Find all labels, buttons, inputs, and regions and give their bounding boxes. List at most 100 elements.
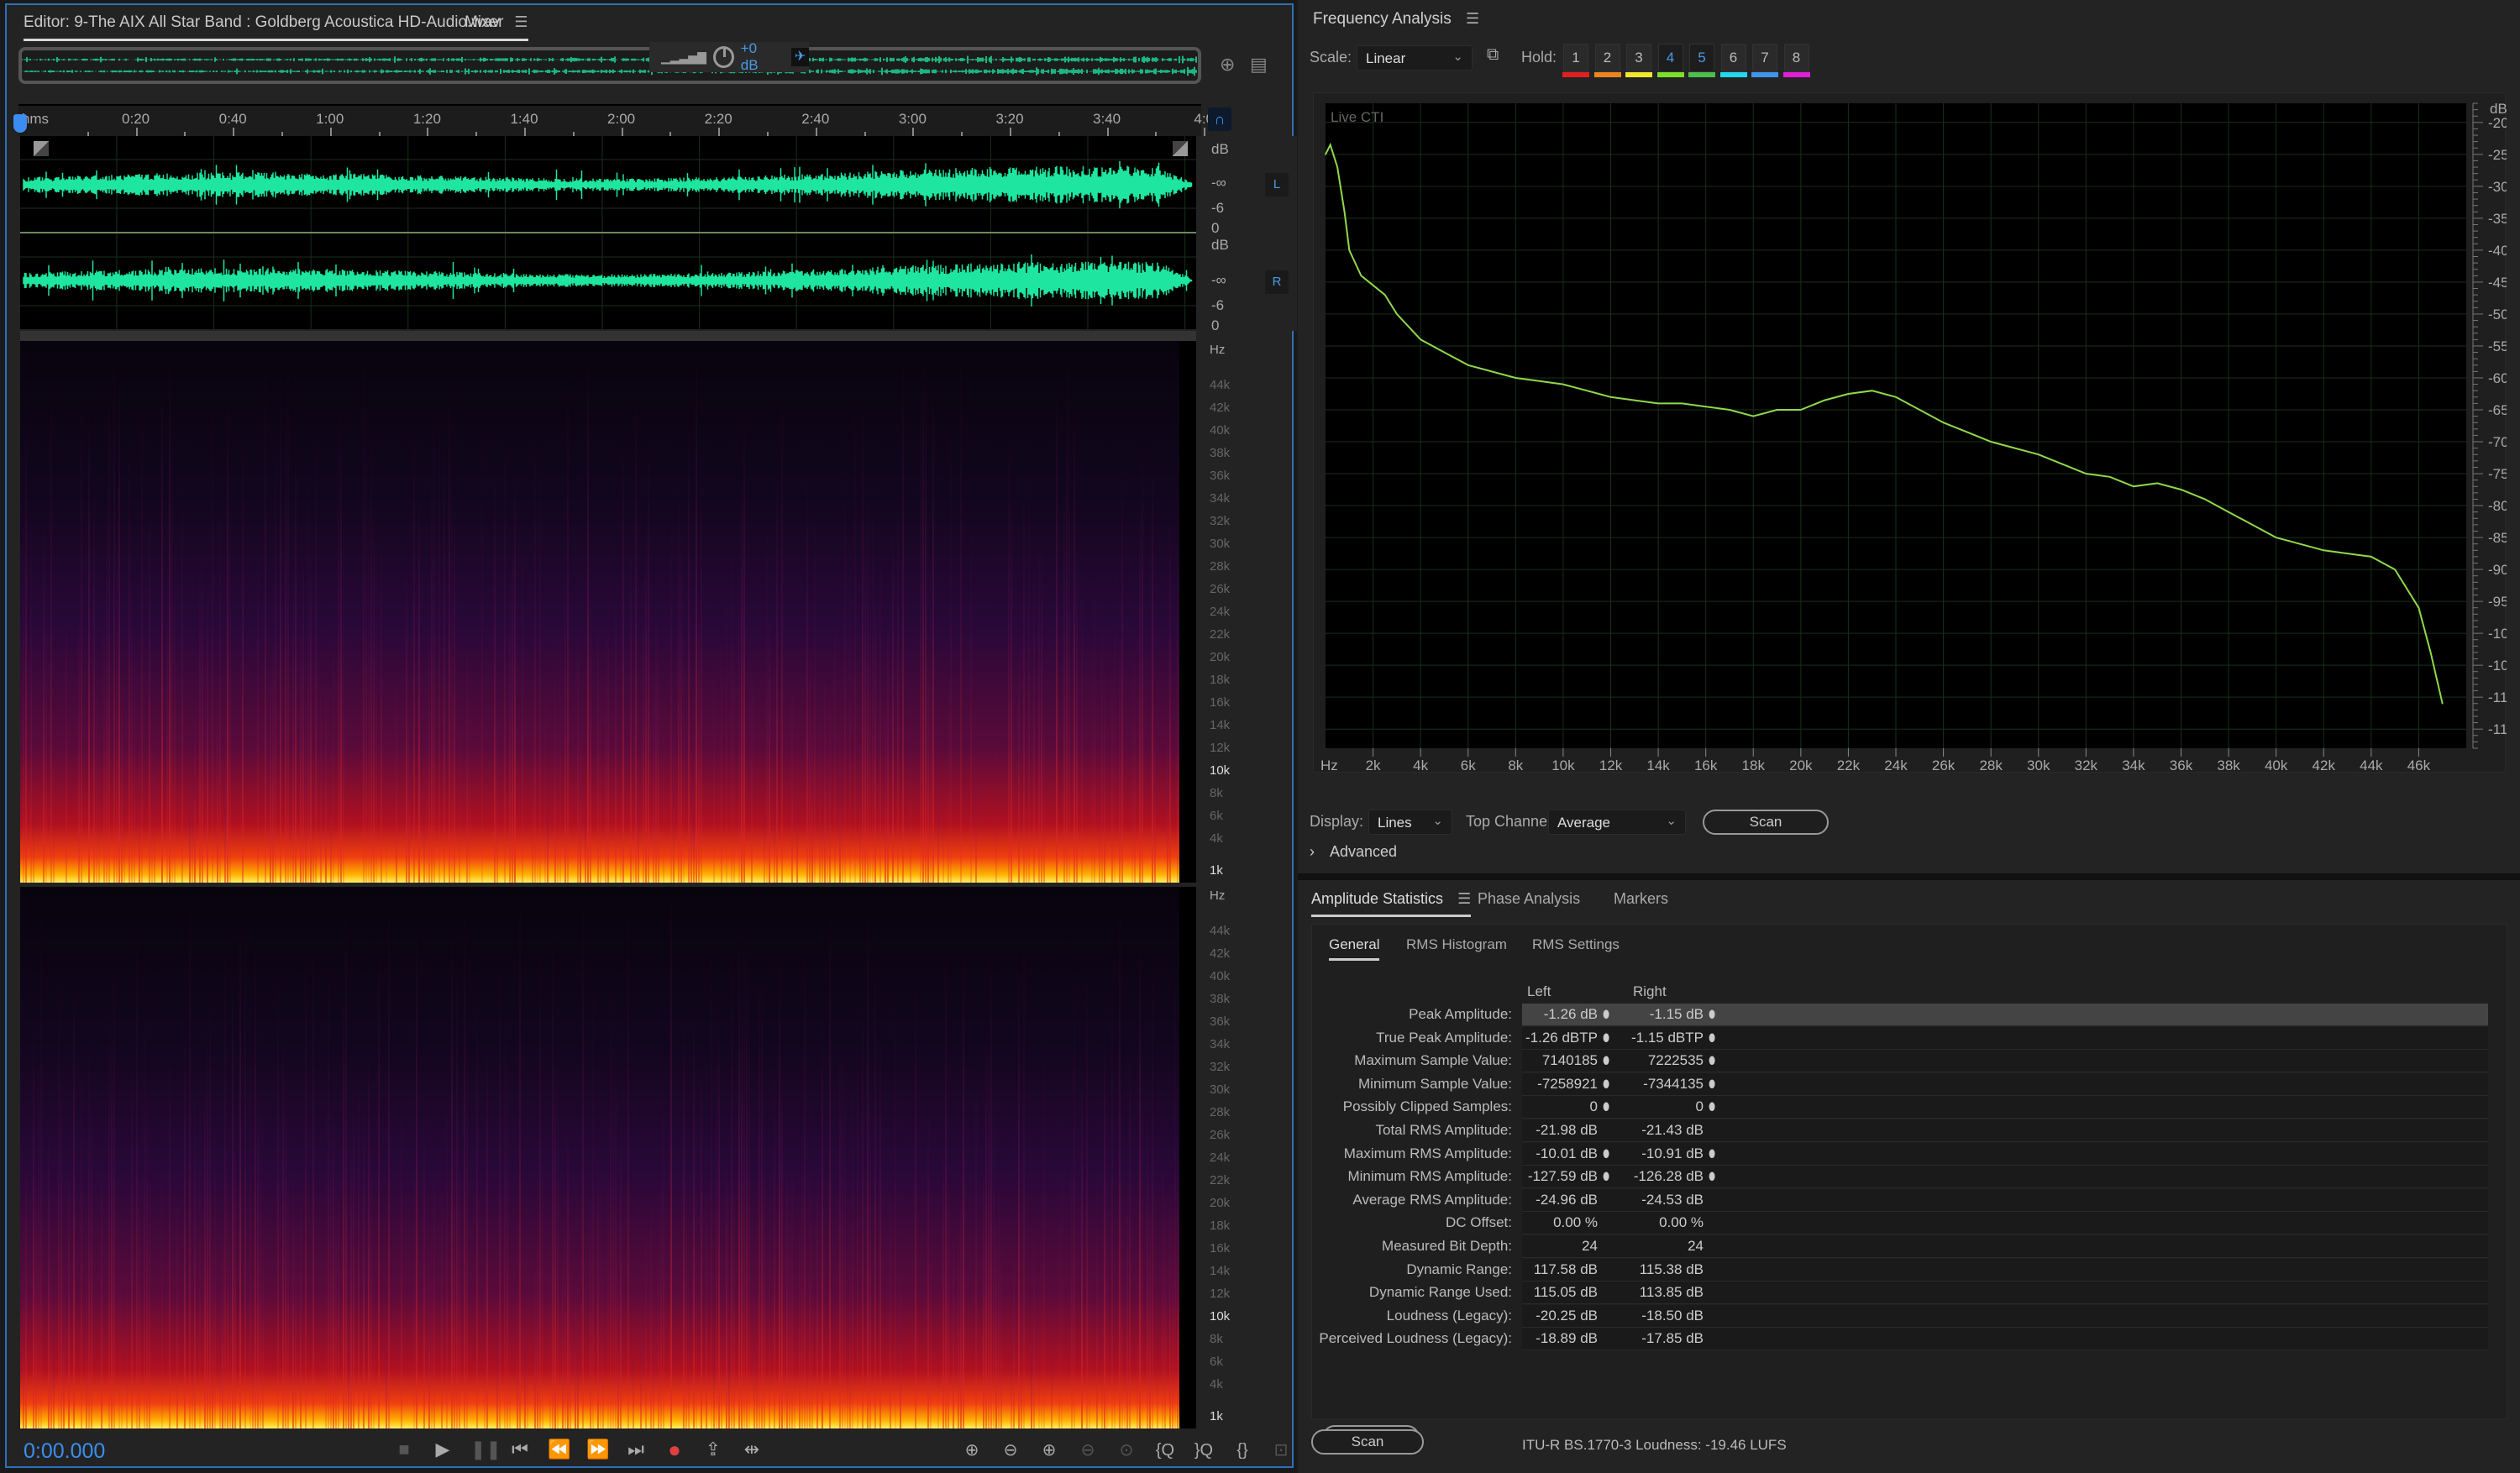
play-to-output-button[interactable]: ⇪ [702, 1438, 724, 1461]
record-button[interactable]: ● [664, 1438, 685, 1461]
advanced-toggle[interactable]: › Advanced [1310, 843, 1397, 861]
hold-button-5[interactable]: 5 [1689, 44, 1714, 72]
panel-menu-icon[interactable]: ☰ [1466, 10, 1479, 27]
zoom-reset-icon[interactable]: ⊡ [1269, 1438, 1293, 1463]
display-select[interactable]: Lines ⌄ [1368, 810, 1452, 835]
zoom-in-time-icon[interactable]: ⊕ [1037, 1438, 1061, 1463]
spectrogram-left[interactable] [20, 341, 1196, 883]
copy-to-clipboard-icon[interactable]: ⧉ [1487, 45, 1499, 65]
pause-button[interactable]: ❚❚ [470, 1438, 501, 1461]
table-row[interactable]: Minimum Sample Value: -7258921 -7344135 ⬮ ⬮ [1312, 1072, 2508, 1096]
hold-button-4[interactable]: 4 [1657, 44, 1683, 72]
tab-amplitude-statistics[interactable]: Amplitude Statistics ☰ [1311, 890, 1472, 917]
zoom-out-time-icon[interactable]: ⊖ [1076, 1438, 1100, 1463]
time-ruler[interactable]: hms 0:20 0:40 1:00 1:20 1:40 2:00 2:20 2:40 3:00… [18, 104, 1214, 136]
go-to-marker-icon[interactable]: ⬮ [1603, 1031, 1609, 1045]
y-tick-label: -110 [2488, 689, 2507, 705]
go-to-marker-icon[interactable]: ⬮ [1709, 1054, 1715, 1067]
go-to-marker-icon[interactable]: ⬮ [1709, 1147, 1715, 1161]
view-toggle-icon[interactable]: ▤ [1250, 54, 1268, 76]
subtab-general[interactable]: General [1329, 936, 1380, 961]
subtab-rms-histogram[interactable]: RMS Histogram [1406, 936, 1507, 953]
scale-select[interactable]: Linear ⌄ [1357, 45, 1473, 71]
fade-handle-icon[interactable] [1173, 141, 1188, 156]
fast-forward-button[interactable]: ⏩ [586, 1438, 609, 1461]
go-to-marker-icon[interactable]: ⬮ [1709, 1031, 1715, 1045]
table-row[interactable]: Maximum RMS Amplitude: -10.01 dB -10.91 dB… [1312, 1142, 2508, 1166]
zoom-out-full-icon[interactable]: ⊙ [1115, 1438, 1138, 1463]
hold-button-2[interactable]: 2 [1594, 44, 1620, 72]
panel-title[interactable]: Frequency Analysis ☰ [1313, 10, 1479, 29]
table-row[interactable]: Total RMS Amplitude: -21.98 dB -21.43 dB [1312, 1119, 2508, 1142]
hold-button-7[interactable]: 7 [1752, 44, 1777, 72]
go-to-marker-icon[interactable]: ⬮ [1709, 1100, 1715, 1114]
hold-button-1[interactable]: 1 [1563, 44, 1588, 72]
current-time[interactable]: 0:00.000 [24, 1439, 105, 1464]
table-row[interactable]: Possibly Clipped Samples: 0 0 ⬮ ⬮ [1312, 1096, 2508, 1119]
editor-tabbar: Editor: 9-The AIX All Star Band : Goldbe… [7, 5, 1292, 41]
subtab-rms-settings[interactable]: RMS Settings [1532, 936, 1620, 953]
move-to-end-button[interactable]: ⏭ [625, 1438, 647, 1461]
table-row[interactable]: Dynamic Range: 117.58 dB 115.38 dB [1312, 1258, 2508, 1282]
table-row[interactable]: Dynamic Range Used: 115.05 dB 113.85 dB [1312, 1282, 2508, 1305]
go-to-marker-icon[interactable]: ⬮ [1709, 1170, 1715, 1183]
zoom-out-point-icon[interactable]: }Q [1192, 1438, 1215, 1463]
go-to-marker-icon[interactable]: ⬮ [1603, 1147, 1609, 1161]
move-to-start-button[interactable]: ⏮ [509, 1438, 531, 1461]
snap-icon[interactable]: ∩ [1208, 107, 1231, 131]
pin-hud-icon[interactable]: ✈ [791, 48, 809, 66]
volume-knob[interactable] [712, 46, 734, 68]
amplitude-scan-button[interactable]: Scan [1311, 1429, 1424, 1455]
table-row[interactable]: Peak Amplitude: -1.26 dB -1.15 dB ⬮ ⬮ [1312, 1004, 2508, 1026]
frequency-chart[interactable]: Live CTI Hz 2k 4k 6k 8k 10k 12k 14k 16k 18k 20k 22k 2… [1313, 92, 2507, 773]
panel-menu-icon[interactable]: ☰ [514, 13, 528, 30]
tab-editor[interactable]: Editor: 9-The AIX All Star Band : Goldbe… [24, 13, 528, 41]
go-to-marker-icon[interactable]: ⬮ [1603, 1170, 1609, 1183]
tab-markers[interactable]: Markers [1614, 890, 1668, 908]
table-row[interactable]: True Peak Amplitude: -1.26 dBTP -1.15 dBTP… [1312, 1026, 2508, 1050]
hold-button-3[interactable]: 3 [1626, 44, 1651, 72]
row-label: Maximum Sample Value: [1354, 1052, 1512, 1069]
zoom-out-amplitude-icon[interactable]: ⊖ [999, 1438, 1022, 1463]
overview-waveform[interactable] [18, 47, 1201, 84]
zoom-in-amplitude-icon[interactable]: ⊕ [960, 1438, 984, 1463]
zoom-in-point-icon[interactable]: {Q [1153, 1438, 1177, 1463]
play-button[interactable]: ▶ [432, 1438, 454, 1461]
zoom-selection-icon[interactable]: {} [1231, 1438, 1254, 1463]
table-row[interactable]: DC Offset: 0.00 % 0.00 % [1312, 1212, 2508, 1235]
channel-left-toggle[interactable]: L [1265, 173, 1289, 197]
table-row[interactable]: Average RMS Amplitude: -24.96 dB -24.53 dB [1312, 1188, 2508, 1212]
panel-menu-icon[interactable]: ☰ [1457, 890, 1471, 907]
hold-button-8[interactable]: 8 [1783, 44, 1809, 72]
go-to-marker-icon[interactable]: ⬮ [1709, 1077, 1715, 1091]
go-to-marker-icon[interactable]: ⬮ [1603, 1008, 1609, 1021]
volume-value[interactable]: +0 dB [741, 40, 776, 74]
skip-selection-button[interactable]: ⇹ [741, 1438, 763, 1461]
hz-tick-label: 20k [1210, 1196, 1231, 1210]
spectrogram-right[interactable] [20, 887, 1196, 1428]
go-to-marker-icon[interactable]: ⬮ [1603, 1077, 1609, 1091]
tab-phase-analysis[interactable]: Phase Analysis [1478, 890, 1580, 908]
table-row[interactable]: Maximum Sample Value: 7140185 7222535 ⬮ ⬮ [1312, 1050, 2508, 1073]
ruler-tick [1010, 128, 1011, 136]
view-divider-handle[interactable] [20, 331, 1196, 341]
go-to-marker-icon[interactable]: ⬮ [1709, 1008, 1715, 1021]
rewind-button[interactable]: ⏪ [548, 1438, 570, 1461]
playhead-handle[interactable] [13, 114, 27, 133]
channel-right-toggle[interactable]: R [1265, 270, 1289, 294]
table-row[interactable]: Loudness (Legacy): -20.25 dB -18.50 dB [1312, 1304, 2508, 1328]
stop-button[interactable]: ■ [393, 1438, 415, 1461]
table-row[interactable]: Perceived Loudness (Legacy): -18.89 dB -17… [1312, 1328, 2508, 1351]
go-to-marker-icon[interactable]: ⬮ [1603, 1100, 1609, 1114]
table-row[interactable]: Minimum RMS Amplitude: -127.59 dB -126.28 … [1312, 1166, 2508, 1189]
table-row[interactable]: Measured Bit Depth: 24 24 [1312, 1235, 2508, 1258]
top-channel-select[interactable]: Average ⌄ [1548, 810, 1686, 835]
go-to-marker-icon[interactable]: ⬮ [1603, 1054, 1609, 1067]
hold-button-6[interactable]: 6 [1720, 44, 1746, 72]
spectral-toggle-icon[interactable] [34, 141, 49, 156]
x-tick-label: 30k [2027, 757, 2050, 773]
tab-mixer[interactable]: Mixer [465, 13, 503, 32]
scan-button[interactable]: Scan [1703, 810, 1829, 835]
zoom-navigator-icon[interactable]: ⊕ [1220, 54, 1235, 76]
waveform-display[interactable] [20, 136, 1196, 329]
